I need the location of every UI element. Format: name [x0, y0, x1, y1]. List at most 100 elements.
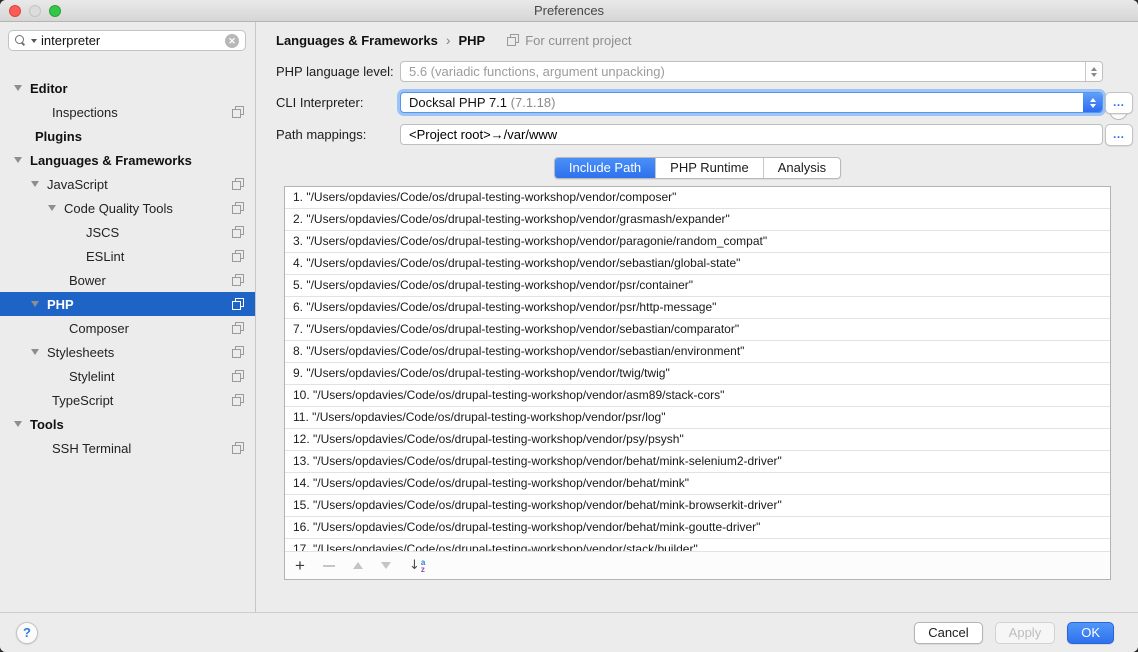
move-up-icon[interactable]	[353, 562, 363, 569]
current-project-icon	[232, 322, 244, 334]
include-path-row[interactable]: 1. "/Users/opdavies/Code/os/drupal-testi…	[285, 187, 1110, 209]
tab-include-path[interactable]: Include Path	[555, 158, 655, 178]
include-path-row[interactable]: 16. "/Users/opdavies/Code/os/drupal-test…	[285, 517, 1110, 539]
include-path-list: 1. "/Users/opdavies/Code/os/drupal-testi…	[284, 186, 1111, 580]
tab-analysis[interactable]: Analysis	[763, 158, 840, 178]
path-mappings-field[interactable]: <Project root>→/var/www	[400, 124, 1103, 145]
sidebar-item-ssh-terminal[interactable]: SSH Terminal	[0, 436, 256, 460]
settings-tree: Editor Inspections Plugins Languages & Fram…	[0, 76, 256, 460]
cli-interpreter-browse-button[interactable]: …	[1105, 92, 1133, 114]
sidebar-item-jscs[interactable]: JSCS	[0, 220, 256, 244]
include-path-row[interactable]: 15. "/Users/opdavies/Code/os/drupal-test…	[285, 495, 1110, 517]
sort-alpha-icon[interactable]: ↓ az	[409, 558, 425, 573]
clear-search-icon[interactable]: ✕	[225, 34, 239, 48]
expand-arrow-icon[interactable]	[31, 181, 39, 187]
sidebar-item-tools[interactable]: Tools	[0, 412, 256, 436]
help-button[interactable]: ?	[16, 622, 38, 644]
expand-arrow-icon[interactable]	[14, 85, 22, 91]
expand-arrow-icon[interactable]	[14, 421, 22, 427]
sidebar-item-label: Stylelint	[69, 369, 115, 384]
current-project-icon	[232, 226, 244, 238]
sidebar-item-stylelint[interactable]: Stylelint	[0, 364, 256, 388]
php-language-level-label: PHP language level:	[276, 64, 394, 79]
dropdown-stepper-icon[interactable]	[1083, 93, 1102, 112]
include-path-row[interactable]: 6. "/Users/opdavies/Code/os/drupal-testi…	[285, 297, 1110, 319]
include-path-row[interactable]: 2. "/Users/opdavies/Code/os/drupal-testi…	[285, 209, 1110, 231]
sidebar-item-editor[interactable]: Editor	[0, 76, 256, 100]
sidebar-item-plugins[interactable]: Plugins	[0, 124, 256, 148]
php-settings-panel: Languages & Frameworks › PHP For current…	[257, 22, 1138, 612]
breadcrumb-page[interactable]: PHP	[459, 33, 486, 48]
include-path-row[interactable]: 9. "/Users/opdavies/Code/os/drupal-testi…	[285, 363, 1110, 385]
include-path-row[interactable]: 3. "/Users/opdavies/Code/os/drupal-testi…	[285, 231, 1110, 253]
sidebar-item-label: PHP	[47, 297, 74, 312]
expand-arrow-icon[interactable]	[31, 349, 39, 355]
titlebar[interactable]: Preferences	[0, 0, 1138, 22]
sidebar-item-languages-frameworks[interactable]: Languages & Frameworks	[0, 148, 256, 172]
cli-interpreter-select[interactable]: Docksal PHP 7.1 (7.1.18)	[400, 92, 1103, 113]
settings-sidebar: interpreter ✕ Editor Inspections Plugins La…	[0, 22, 256, 612]
include-path-row[interactable]: 7. "/Users/opdavies/Code/os/drupal-testi…	[285, 319, 1110, 341]
sidebar-item-inspections[interactable]: Inspections	[0, 100, 256, 124]
path-mappings-label: Path mappings:	[276, 127, 366, 142]
current-project-icon	[232, 274, 244, 286]
sidebar-item-label: Tools	[30, 417, 64, 432]
sidebar-item-code-quality-tools[interactable]: Code Quality Tools	[0, 196, 256, 220]
interpreter-version: (7.1.18)	[511, 95, 556, 110]
include-path-row[interactable]: 5. "/Users/opdavies/Code/os/drupal-testi…	[285, 275, 1110, 297]
expand-arrow-icon[interactable]	[48, 205, 56, 211]
sidebar-item-javascript[interactable]: JavaScript	[0, 172, 256, 196]
breadcrumb-separator: ›	[446, 32, 451, 48]
current-project-icon	[232, 106, 244, 118]
sidebar-item-label: Editor	[30, 81, 68, 96]
sidebar-item-label: Code Quality Tools	[64, 201, 173, 216]
include-path-row[interactable]: 13. "/Users/opdavies/Code/os/drupal-test…	[285, 451, 1110, 473]
expand-arrow-icon[interactable]	[14, 157, 22, 163]
sidebar-item-label: Languages & Frameworks	[30, 153, 192, 168]
include-path-row[interactable]: 4. "/Users/opdavies/Code/os/drupal-testi…	[285, 253, 1110, 275]
current-project-icon	[507, 34, 519, 46]
include-path-row[interactable]: 12. "/Users/opdavies/Code/os/drupal-test…	[285, 429, 1110, 451]
sidebar-item-label: SSH Terminal	[52, 441, 131, 456]
include-path-row[interactable]: 14. "/Users/opdavies/Code/os/drupal-test…	[285, 473, 1110, 495]
expand-arrow-icon[interactable]	[31, 301, 39, 307]
include-path-row[interactable]: 8. "/Users/opdavies/Code/os/drupal-testi…	[285, 341, 1110, 363]
apply-button[interactable]: Apply	[995, 622, 1056, 644]
sidebar-item-eslint[interactable]: ESLint	[0, 244, 256, 268]
breadcrumb-section[interactable]: Languages & Frameworks	[276, 33, 438, 48]
footer-bar: ? Cancel Apply OK	[0, 612, 1138, 652]
scope-label: For current project	[525, 33, 631, 48]
include-path-row[interactable]: 11. "/Users/opdavies/Code/os/drupal-test…	[285, 407, 1110, 429]
search-options-caret-icon[interactable]	[31, 39, 37, 43]
breadcrumb: Languages & Frameworks › PHP For current…	[276, 32, 631, 48]
sidebar-item-stylesheets[interactable]: Stylesheets	[0, 340, 256, 364]
current-project-icon	[232, 370, 244, 382]
php-language-level-select[interactable]: 5.6 (variadic functions, argument unpack…	[400, 61, 1103, 82]
search-icon	[15, 34, 29, 47]
cancel-button[interactable]: Cancel	[914, 622, 982, 644]
preferences-window: Preferences interpreter ✕ Editor Inspecti…	[0, 0, 1138, 652]
search-input[interactable]: interpreter ✕	[8, 30, 246, 51]
remove-icon[interactable]	[323, 565, 335, 567]
sidebar-item-label: ESLint	[86, 249, 124, 264]
sidebar-item-composer[interactable]: Composer	[0, 316, 256, 340]
ok-button[interactable]: OK	[1067, 622, 1114, 644]
tab-php-runtime[interactable]: PHP Runtime	[655, 158, 763, 178]
current-project-icon	[232, 202, 244, 214]
sidebar-item-bower[interactable]: Bower	[0, 268, 256, 292]
sidebar-item-label: JSCS	[86, 225, 119, 240]
sidebar-item-typescript[interactable]: TypeScript	[0, 388, 256, 412]
sidebar-item-label: TypeScript	[52, 393, 113, 408]
include-path-row[interactable]: 10. "/Users/opdavies/Code/os/drupal-test…	[285, 385, 1110, 407]
current-project-icon	[232, 298, 244, 310]
sidebar-item-label: Bower	[69, 273, 106, 288]
move-down-icon[interactable]	[381, 562, 391, 569]
sidebar-item-php[interactable]: PHP	[0, 292, 256, 316]
sidebar-item-label: Plugins	[35, 129, 82, 144]
add-icon[interactable]: +	[295, 559, 305, 573]
dropdown-stepper-icon[interactable]	[1085, 62, 1102, 81]
path-mappings-browse-button[interactable]: …	[1105, 124, 1133, 146]
window-title: Preferences	[0, 0, 1138, 22]
sidebar-item-label: Composer	[69, 321, 129, 336]
current-project-icon	[232, 250, 244, 262]
